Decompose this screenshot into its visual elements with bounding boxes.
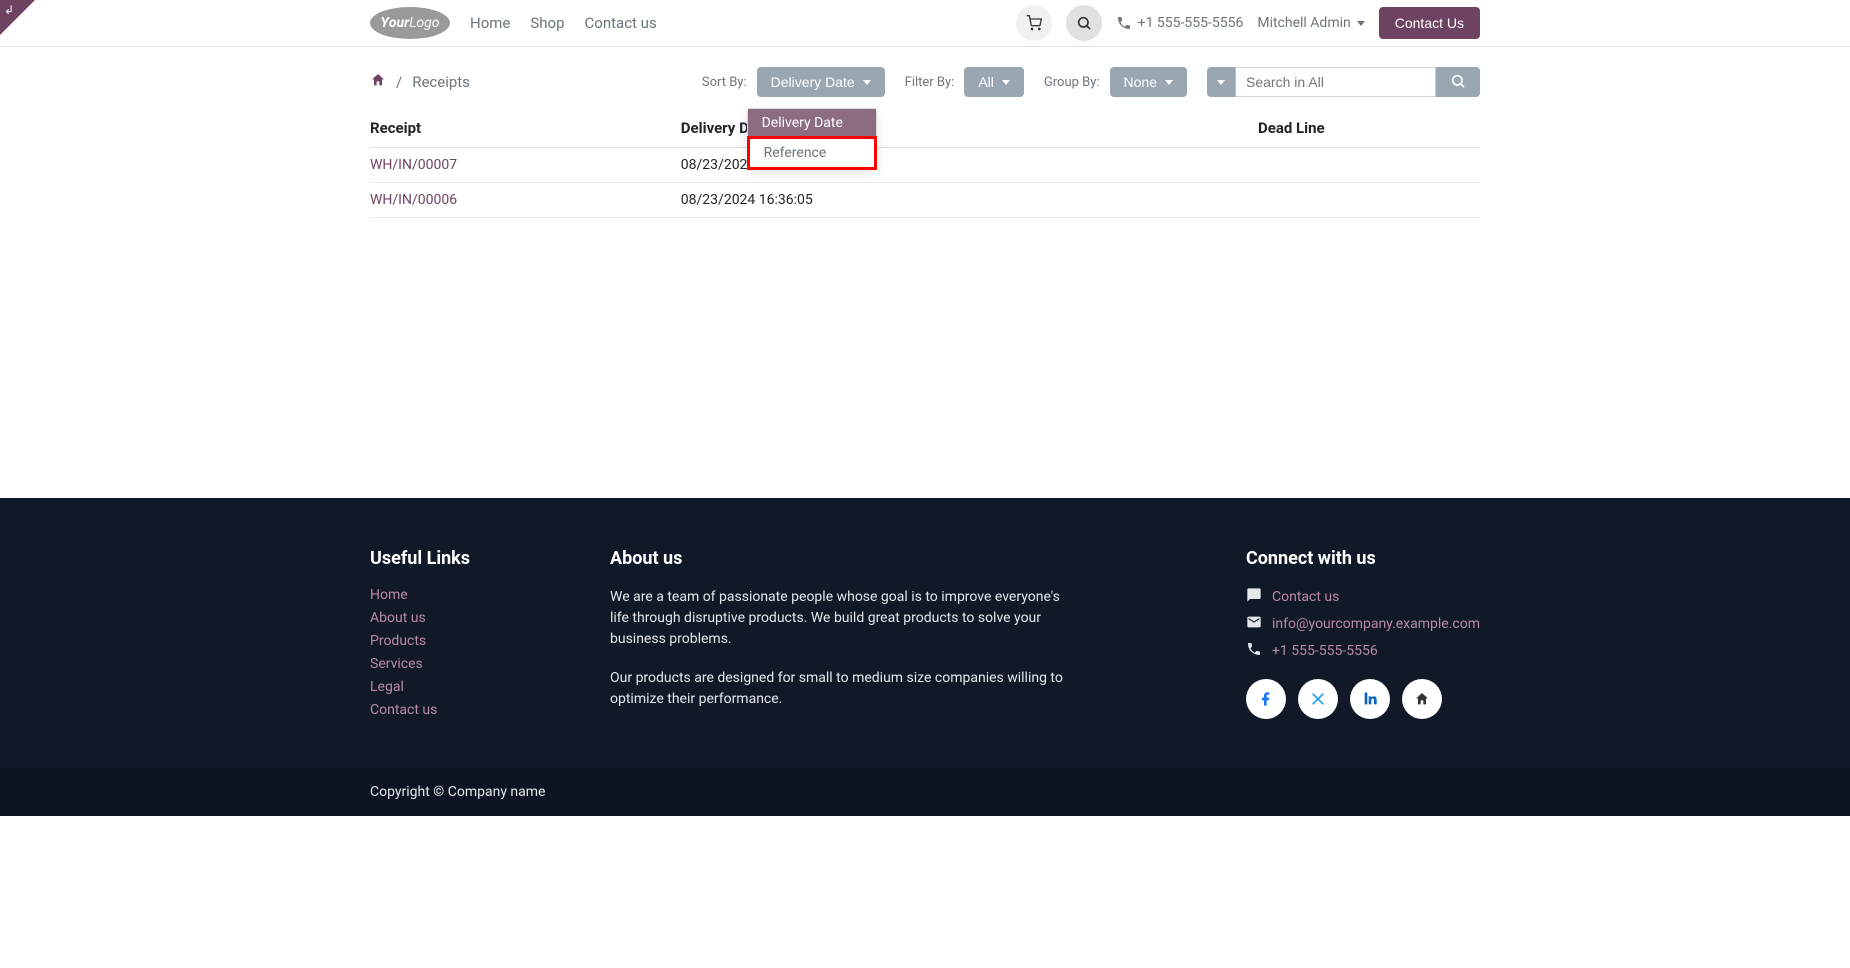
- sort-by-dropdown[interactable]: Delivery Date: [757, 67, 885, 97]
- nav-link-shop[interactable]: Shop: [530, 14, 564, 32]
- footer-link-services[interactable]: Services: [370, 656, 423, 672]
- footer-about-p1: We are a team of passionate people whose…: [610, 587, 1070, 650]
- footer-contact-link[interactable]: Contact us: [1272, 589, 1339, 605]
- footer-link-legal[interactable]: Legal: [370, 679, 404, 695]
- footer-link-contact[interactable]: Contact us: [370, 702, 437, 718]
- footer-phone-link[interactable]: +1 555-555-5556: [1272, 643, 1378, 659]
- sort-by-label: Sort By:: [702, 75, 747, 90]
- sort-dropdown-menu: Delivery Date Reference: [747, 108, 877, 170]
- chevron-down-icon: [1002, 80, 1010, 85]
- chevron-down-icon: [1165, 80, 1173, 85]
- filter-by-label: Filter By:: [905, 75, 955, 90]
- user-name: Mitchell Admin: [1257, 15, 1350, 31]
- footer-useful-title: Useful Links: [370, 548, 550, 569]
- top-navbar: YourLogo Home Shop Contact us +1 555-555…: [0, 0, 1850, 47]
- sort-by-value: Delivery Date: [771, 74, 855, 90]
- filter-by-value: All: [978, 74, 994, 90]
- breadcrumb-current: Receipts: [412, 73, 470, 91]
- footer-about-title: About us: [610, 548, 1070, 569]
- receipt-link[interactable]: WH/IN/00007: [370, 157, 457, 173]
- sort-option-delivery-date[interactable]: Delivery Date: [748, 109, 876, 137]
- header-phone-link[interactable]: +1 555-555-5556: [1116, 15, 1244, 31]
- table-row[interactable]: WH/IN/00006 08/23/2024 16:36:05: [370, 183, 1480, 218]
- search-button[interactable]: [1436, 67, 1480, 97]
- cell-date: 08/23/2024 16:36:05: [681, 183, 1258, 218]
- footer-email-link[interactable]: info@yourcompany.example.com: [1272, 616, 1480, 632]
- group-by-dropdown[interactable]: None: [1110, 67, 1187, 97]
- copyright-text: Copyright © Company name: [370, 784, 545, 800]
- footer-connect-title: Connect with us: [1246, 548, 1480, 569]
- edit-corner-tab[interactable]: [0, 0, 35, 35]
- footer-bottom: Copyright © Company name: [0, 768, 1850, 816]
- user-dropdown[interactable]: Mitchell Admin: [1257, 15, 1364, 31]
- envelope-icon: [1246, 614, 1262, 634]
- chevron-down-icon: [1357, 21, 1365, 26]
- footer-about-p2: Our products are designed for small to m…: [610, 668, 1070, 710]
- facebook-icon[interactable]: [1246, 679, 1286, 719]
- cart-icon[interactable]: [1016, 5, 1052, 41]
- chat-icon: [1246, 587, 1262, 607]
- nav-link-home[interactable]: Home: [470, 14, 510, 32]
- nav-link-contact[interactable]: Contact us: [585, 14, 657, 32]
- cell-deadline: [1258, 183, 1480, 218]
- group-by-label: Group By:: [1044, 75, 1100, 90]
- nav-links: Home Shop Contact us: [470, 14, 657, 32]
- contact-us-button[interactable]: Contact Us: [1379, 7, 1480, 39]
- footer-link-about[interactable]: About us: [370, 610, 426, 626]
- col-deadline: Dead Line: [1258, 109, 1480, 148]
- logo[interactable]: YourLogo: [370, 7, 450, 39]
- search-input[interactable]: [1236, 67, 1436, 97]
- receipt-link[interactable]: WH/IN/00006: [370, 192, 457, 208]
- group-by-value: None: [1124, 74, 1157, 90]
- receipts-table: Receipt Delivery Date Dead Line WH/IN/00…: [370, 109, 1480, 218]
- linkedin-icon[interactable]: [1350, 679, 1390, 719]
- cell-deadline: [1258, 148, 1480, 183]
- table-row[interactable]: WH/IN/00007 08/23/2024 16:36:26: [370, 148, 1480, 183]
- breadcrumb: / Receipts: [370, 72, 470, 92]
- home-social-icon[interactable]: [1402, 679, 1442, 719]
- chevron-down-icon: [863, 80, 871, 85]
- search-scope-dropdown[interactable]: [1207, 67, 1236, 97]
- sort-option-reference[interactable]: Reference: [747, 136, 877, 170]
- phone-icon: [1246, 641, 1262, 661]
- col-receipt: Receipt: [370, 109, 681, 148]
- breadcrumb-separator: /: [396, 73, 402, 91]
- filter-by-dropdown[interactable]: All: [964, 67, 1024, 97]
- footer-link-products[interactable]: Products: [370, 633, 426, 649]
- home-icon[interactable]: [370, 72, 386, 92]
- footer: Useful Links Home About us Products Serv…: [0, 498, 1850, 768]
- header-phone-text: +1 555-555-5556: [1138, 15, 1244, 31]
- x-twitter-icon[interactable]: [1298, 679, 1338, 719]
- search-icon[interactable]: [1066, 5, 1102, 41]
- footer-link-home[interactable]: Home: [370, 587, 408, 603]
- chevron-down-icon: [1217, 80, 1225, 85]
